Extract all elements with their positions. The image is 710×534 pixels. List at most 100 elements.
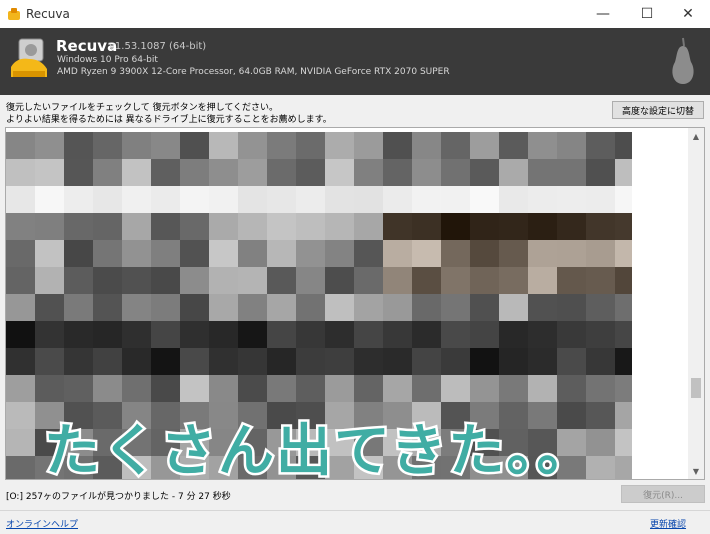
advanced-mode-button[interactable]: 高度な設定に切替 (612, 101, 704, 119)
mosaic-tile (93, 240, 122, 267)
mosaic-tile (296, 294, 325, 321)
mosaic-tile (93, 186, 122, 213)
overlay-caption: たくさん出てきた。。 (41, 417, 595, 480)
hardware-info: AMD Ryzen 9 3900X 12-Core Processor, 64.… (57, 67, 450, 77)
mosaic-tile (499, 375, 528, 402)
app-version: v1.53.1087 (64-bit) (109, 41, 207, 52)
mosaic-tile (354, 267, 383, 294)
mosaic-tile (151, 132, 180, 159)
mosaic-tile (296, 321, 325, 348)
mosaic-tile (470, 159, 499, 186)
mosaic-tile (180, 132, 209, 159)
mosaic-tile (586, 240, 615, 267)
mosaic-tile (412, 348, 441, 375)
mosaic-tile (151, 267, 180, 294)
mosaic-tile (6, 213, 35, 240)
mosaic-tile (615, 132, 632, 159)
mosaic-tile (615, 240, 632, 267)
mosaic-tile (64, 321, 93, 348)
mosaic-tile (557, 213, 586, 240)
mosaic-tile (586, 132, 615, 159)
mosaic-tile (93, 213, 122, 240)
mosaic-tile (267, 213, 296, 240)
mosaic-tile (180, 186, 209, 213)
mosaic-tile (586, 186, 615, 213)
mosaic-tile (35, 375, 64, 402)
mosaic-tile (470, 213, 499, 240)
mosaic-tile (296, 132, 325, 159)
mosaic-tile (412, 321, 441, 348)
mosaic-tile (238, 294, 267, 321)
mosaic-tile (557, 348, 586, 375)
mosaic-tile (441, 159, 470, 186)
scroll-down-arrow-icon[interactable]: ▼ (688, 463, 704, 479)
mosaic-tile (354, 321, 383, 348)
instruction-line-2: よりよい結果を得るためには 異なるドライブ上に復元することをお薦めします。 (6, 115, 332, 125)
mosaic-tile (441, 294, 470, 321)
mosaic-tile (557, 240, 586, 267)
mosaic-tile (325, 348, 354, 375)
mosaic-tile (528, 186, 557, 213)
mosaic-tile (296, 186, 325, 213)
mosaic-tile (470, 348, 499, 375)
online-help-link[interactable]: オンラインヘルプ (6, 517, 78, 530)
mosaic-tile (64, 348, 93, 375)
close-button[interactable]: ✕ (666, 0, 710, 28)
mosaic-tile (151, 213, 180, 240)
check-updates-link[interactable]: 更新確認 (650, 517, 686, 530)
mosaic-tile (499, 186, 528, 213)
mosaic-tile (470, 186, 499, 213)
vertical-scrollbar[interactable]: ▲ ▼ (688, 128, 704, 479)
mosaic-tile (470, 321, 499, 348)
mosaic-tile (499, 267, 528, 294)
mosaic-tile (6, 429, 35, 456)
mosaic-tile (180, 213, 209, 240)
mosaic-tile (412, 132, 441, 159)
mosaic-tile (615, 159, 632, 186)
mosaic-tile (122, 375, 151, 402)
mosaic-tile (267, 132, 296, 159)
mosaic-tile (151, 186, 180, 213)
mosaic-tile (296, 375, 325, 402)
mosaic-tile (325, 186, 354, 213)
mosaic-tile (93, 267, 122, 294)
mosaic-tile (267, 348, 296, 375)
mosaic-tile (180, 321, 209, 348)
mosaic-tile (35, 321, 64, 348)
mosaic-tile (151, 348, 180, 375)
mosaic-tile (557, 159, 586, 186)
mosaic-tile (557, 375, 586, 402)
mosaic-tile (6, 321, 35, 348)
mosaic-tile (586, 159, 615, 186)
minimize-button[interactable]: — (581, 0, 625, 28)
pear-logo-icon (672, 37, 694, 84)
mosaic-tile (528, 213, 557, 240)
mosaic-tile (122, 321, 151, 348)
mosaic-tile (93, 348, 122, 375)
mosaic-tile (383, 294, 412, 321)
divider (0, 510, 710, 511)
mosaic-tile (412, 186, 441, 213)
mosaic-tile (209, 213, 238, 240)
mosaic-tile (238, 240, 267, 267)
mosaic-tile (615, 402, 632, 429)
mosaic-tile (151, 294, 180, 321)
mosaic-tile (383, 267, 412, 294)
mosaic-tile (267, 321, 296, 348)
mosaic-tile (296, 240, 325, 267)
file-list[interactable]: たくさん出てきた。。 (5, 127, 705, 480)
mosaic-tile (499, 294, 528, 321)
maximize-button[interactable]: ☐ (625, 0, 669, 28)
scroll-thumb[interactable] (691, 378, 701, 398)
mosaic-tile (267, 375, 296, 402)
title-bar: Recuva — ☐ ✕ (0, 0, 710, 28)
mosaic-tile (557, 186, 586, 213)
mosaic-tile (615, 456, 632, 479)
scroll-up-arrow-icon[interactable]: ▲ (688, 128, 704, 144)
recuva-app-icon (8, 8, 20, 20)
restore-button[interactable]: 復元(R)... (621, 485, 705, 503)
mosaic-tile (586, 375, 615, 402)
mosaic-tile (325, 240, 354, 267)
mosaic-tile (499, 159, 528, 186)
mosaic-tile (64, 186, 93, 213)
